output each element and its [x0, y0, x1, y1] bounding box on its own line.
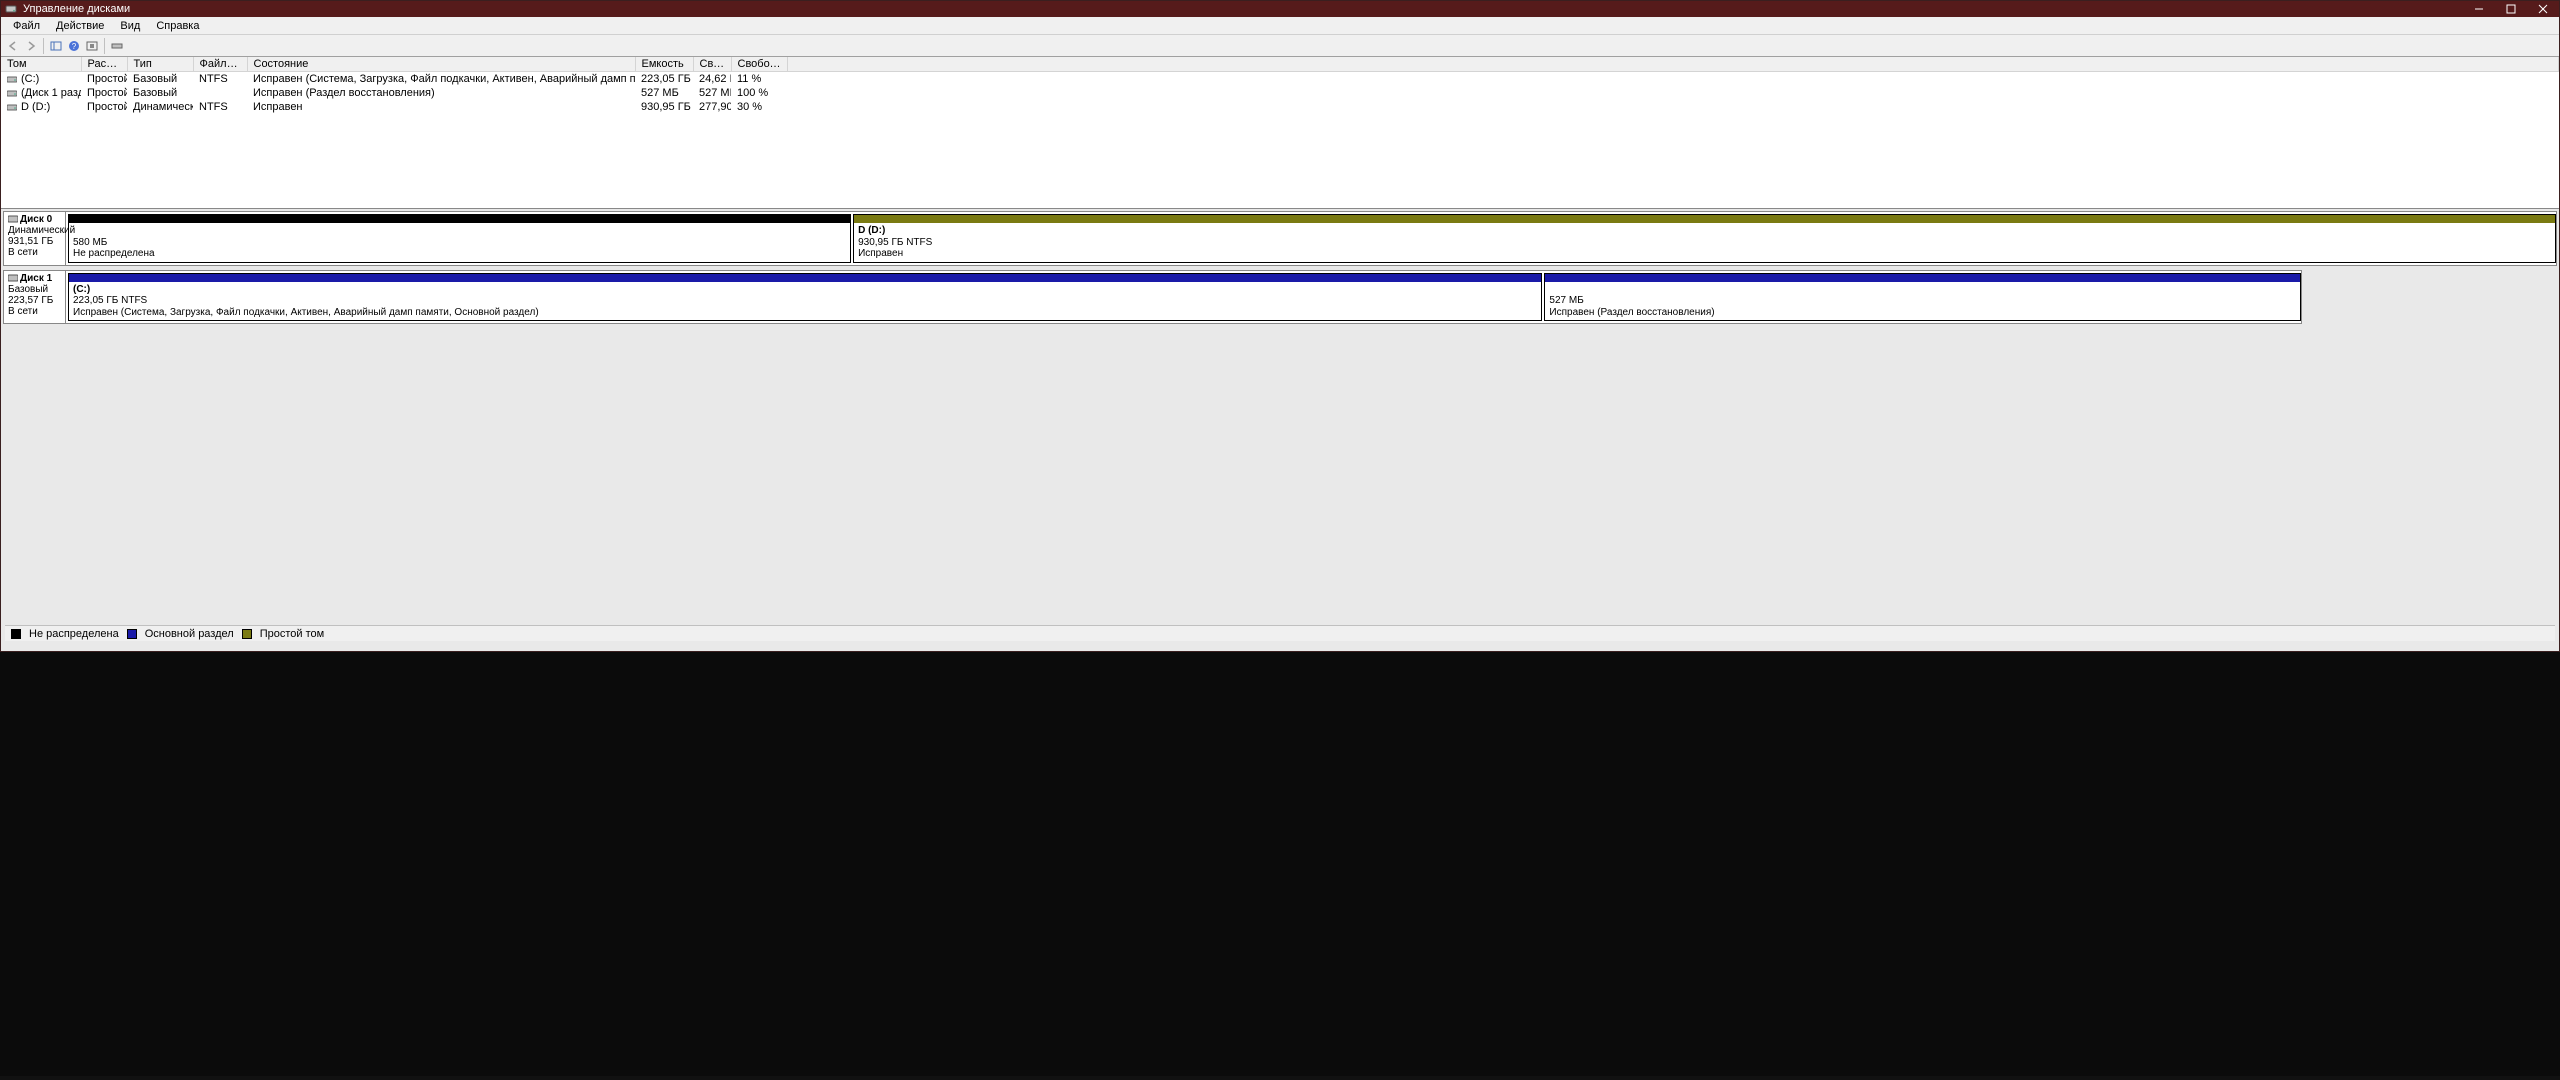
- col-layout[interactable]: Располо...: [81, 57, 127, 72]
- table-row[interactable]: (Диск 1 раздел 2)ПростойБазовыйИсправен …: [1, 86, 2559, 100]
- legend: Не распределена Основной раздел Простой …: [5, 625, 2555, 641]
- disk-header[interactable]: Диск 0Динамический931,51 ГБВ сети: [4, 212, 66, 265]
- disk-header[interactable]: Диск 1Базовый223,57 ГБВ сети: [4, 271, 66, 324]
- partition[interactable]: 527 МБИсправен (Раздел восстановления): [1544, 273, 2300, 322]
- partition-info: 527 МБИсправен (Раздел восстановления): [1545, 282, 2299, 321]
- partition-info: D (D:)930,95 ГБ NTFSИсправен: [854, 223, 2555, 262]
- disk-partitions: 580 МБНе распределенаD (D:)930,95 ГБ NTF…: [66, 212, 2556, 265]
- back-button[interactable]: [5, 38, 21, 54]
- partition[interactable]: 580 МБНе распределена: [68, 214, 851, 263]
- menubar: Файл Действие Вид Справка: [1, 17, 2559, 35]
- window-title: Управление дисками: [23, 3, 130, 15]
- help-button[interactable]: ?: [66, 38, 82, 54]
- partition-bar: [1545, 274, 2299, 282]
- volume-list-pane: Том Располо... Тип Файловая с... Состоян…: [1, 57, 2559, 209]
- toolbar-sep: [43, 38, 44, 54]
- legend-simple-icon: [242, 629, 252, 639]
- table-row[interactable]: (C:)ПростойБазовыйNTFSИсправен (Система,…: [1, 72, 2559, 86]
- partition[interactable]: D (D:)930,95 ГБ NTFSИсправен: [853, 214, 2556, 263]
- volume-icon: [7, 74, 17, 84]
- svg-text:?: ?: [72, 42, 77, 51]
- legend-unalloc-label: Не распределена: [29, 628, 119, 640]
- menu-action[interactable]: Действие: [50, 19, 110, 33]
- col-freepct[interactable]: Свободно %: [731, 57, 787, 72]
- forward-button[interactable]: [23, 38, 39, 54]
- taskbar[interactable]: [0, 1076, 2560, 1080]
- legend-primary-label: Основной раздел: [145, 628, 234, 640]
- partition-info: 580 МБНе распределена: [69, 223, 850, 262]
- volume-icon: [7, 88, 17, 98]
- partition-bar: [69, 274, 1541, 282]
- disk-row[interactable]: Диск 1Базовый223,57 ГБВ сети(C:)223,05 Г…: [3, 270, 2302, 325]
- titlebar[interactable]: Управление дисками: [1, 1, 2559, 17]
- disk-icon: [8, 214, 18, 224]
- disk-partitions: (C:)223,05 ГБ NTFSИсправен (Система, Заг…: [66, 271, 2301, 324]
- disk-management-window: Управление дисками Файл Действие Вид Спр…: [0, 0, 2560, 652]
- col-type[interactable]: Тип: [127, 57, 193, 72]
- volume-table[interactable]: Том Располо... Тип Файловая с... Состоян…: [1, 57, 2559, 114]
- settings-button[interactable]: [109, 38, 125, 54]
- volume-icon: [7, 102, 17, 112]
- legend-primary-icon: [127, 629, 137, 639]
- col-fs[interactable]: Файловая с...: [193, 57, 247, 72]
- col-status[interactable]: Состояние: [247, 57, 635, 72]
- disk-row[interactable]: Диск 0Динамический931,51 ГБВ сети 580 МБ…: [3, 211, 2557, 266]
- table-row[interactable]: D (D:)ПростойДинамическийNTFSИсправен930…: [1, 100, 2559, 114]
- toolbar-sep-2: [104, 38, 105, 54]
- partition-bar: [854, 215, 2555, 223]
- disk-icon: [8, 273, 18, 283]
- minimize-button[interactable]: [2463, 1, 2495, 17]
- toolbar: ?: [1, 35, 2559, 57]
- menu-view[interactable]: Вид: [114, 19, 146, 33]
- disk-graphical-pane: Диск 0Динамический931,51 ГБВ сети 580 МБ…: [1, 209, 2559, 651]
- menu-help[interactable]: Справка: [150, 19, 205, 33]
- app-icon: [5, 3, 19, 15]
- col-capacity[interactable]: Емкость: [635, 57, 693, 72]
- refresh-button[interactable]: [84, 38, 100, 54]
- partition[interactable]: (C:)223,05 ГБ NTFSИсправен (Система, Заг…: [68, 273, 1542, 322]
- close-button[interactable]: [2527, 1, 2559, 17]
- col-volume[interactable]: Том: [1, 57, 81, 72]
- partition-bar: [69, 215, 850, 223]
- col-free[interactable]: Свобод...: [693, 57, 731, 72]
- maximize-button[interactable]: [2495, 1, 2527, 17]
- legend-simple-label: Простой том: [260, 628, 324, 640]
- menu-file[interactable]: Файл: [7, 19, 46, 33]
- legend-unalloc-icon: [11, 629, 21, 639]
- show-hide-button[interactable]: [48, 38, 64, 54]
- partition-info: (C:)223,05 ГБ NTFSИсправен (Система, Заг…: [69, 282, 1541, 321]
